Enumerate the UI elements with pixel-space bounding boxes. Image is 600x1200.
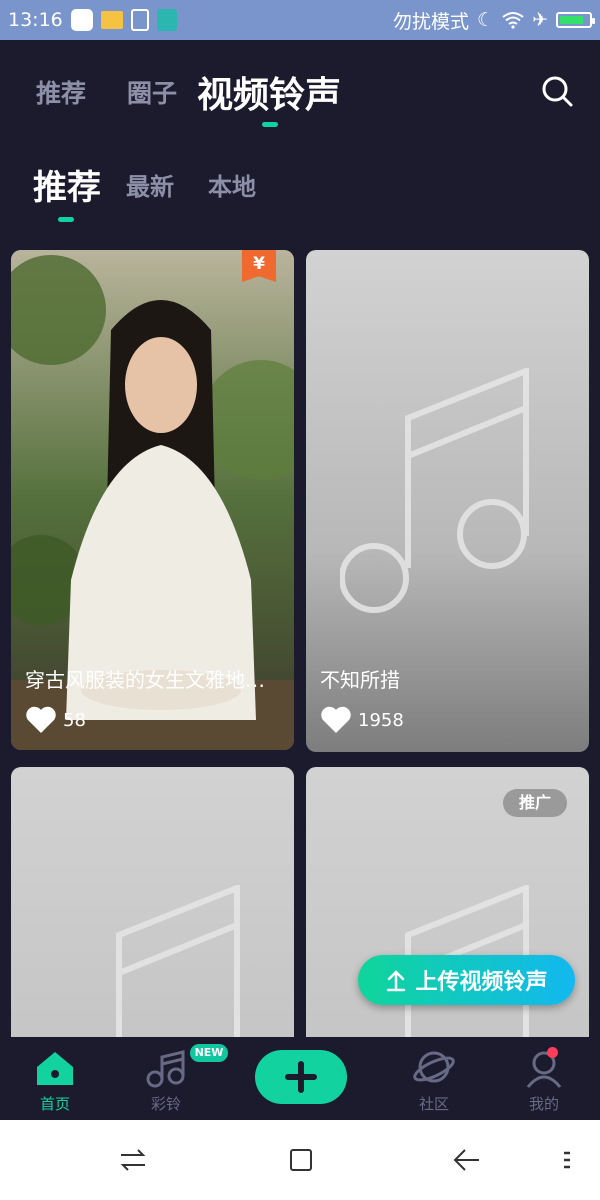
bottom-tab-bar: 首页 彩铃 NEW 社区 我的 <box>0 1037 600 1120</box>
heart-icon <box>26 706 56 733</box>
notification-dot <box>547 1047 558 1058</box>
planet-icon <box>413 1051 455 1083</box>
video-card[interactable]: 推广 <box>306 767 589 1067</box>
like-count: 58 <box>63 709 86 731</box>
subtab-latest[interactable]: 最新 <box>126 167 174 202</box>
card-title: 不知所措 <box>320 668 400 692</box>
status-time: 13:16 <box>8 9 63 31</box>
dnd-label: 勿扰模式 <box>393 10 470 33</box>
create-button[interactable] <box>255 1050 347 1104</box>
upload-button-label: 上传视频铃声 <box>415 970 548 995</box>
music-note-placeholder-icon <box>340 368 529 613</box>
search-icon[interactable] <box>540 74 574 108</box>
tab-label: 我的 <box>528 1095 559 1113</box>
like-counter[interactable]: 1958 <box>320 706 404 734</box>
video-card[interactable]: ¥ 穿古风服装的女生文雅地在泡茶 58 <box>11 250 294 750</box>
home-square-icon[interactable] <box>286 1145 316 1175</box>
app-notification-icon <box>70 9 93 31</box>
menu-icon[interactable] <box>562 1145 572 1175</box>
subtab-recommend[interactable]: 推荐 <box>33 160 101 209</box>
tab-label: 首页 <box>39 1095 70 1113</box>
switch-apps-icon[interactable] <box>118 1145 148 1175</box>
card-title: 穿古风服装的女生文雅地在泡茶 <box>25 668 275 692</box>
usb-icon <box>156 9 177 31</box>
status-bar: 13:16 勿扰模式 ☾ ✈ <box>0 0 600 40</box>
tab-label: 彩铃 <box>150 1095 181 1113</box>
folder-icon <box>100 11 123 29</box>
back-icon[interactable] <box>452 1145 482 1175</box>
wifi-icon <box>502 12 524 29</box>
moon-icon: ☾ <box>477 9 495 31</box>
tab-home[interactable]: 首页 <box>15 1037 95 1120</box>
tab-recommend[interactable]: 推荐 <box>36 74 86 110</box>
tab-circle[interactable]: 圈子 <box>127 74 177 110</box>
tab-community[interactable]: 社区 <box>394 1037 474 1120</box>
system-nav-bar <box>0 1120 600 1200</box>
cleaner-icon <box>130 9 149 31</box>
upload-video-ringtone-button[interactable]: 上传视频铃声 <box>358 955 575 1005</box>
home-icon <box>37 1052 73 1085</box>
video-card[interactable] <box>11 767 294 1067</box>
battery-icon <box>556 12 595 28</box>
like-count: 1958 <box>358 709 404 731</box>
active-tab-indicator <box>262 122 278 127</box>
like-counter[interactable]: 58 <box>25 706 86 734</box>
music-note-icon <box>146 1050 185 1088</box>
video-card[interactable]: 不知所措 1958 <box>306 250 589 752</box>
active-subtab-indicator <box>58 217 74 222</box>
tab-mine[interactable]: 我的 <box>504 1037 584 1120</box>
top-nav: 推荐 圈子 视频铃声 <box>0 40 600 140</box>
upload-icon <box>387 970 406 992</box>
tab-video-ringtone[interactable]: 视频铃声 <box>197 66 341 118</box>
tab-label: 社区 <box>418 1095 449 1113</box>
profile-icon <box>526 1051 562 1088</box>
plus-icon <box>285 1061 317 1093</box>
promotion-badge: 推广 <box>503 789 567 817</box>
sub-nav: 推荐 最新 本地 <box>0 150 600 230</box>
new-badge: NEW <box>190 1044 228 1062</box>
heart-icon <box>321 706 351 733</box>
subtab-local[interactable]: 本地 <box>208 167 256 202</box>
airplane-icon: ✈ <box>532 9 548 31</box>
